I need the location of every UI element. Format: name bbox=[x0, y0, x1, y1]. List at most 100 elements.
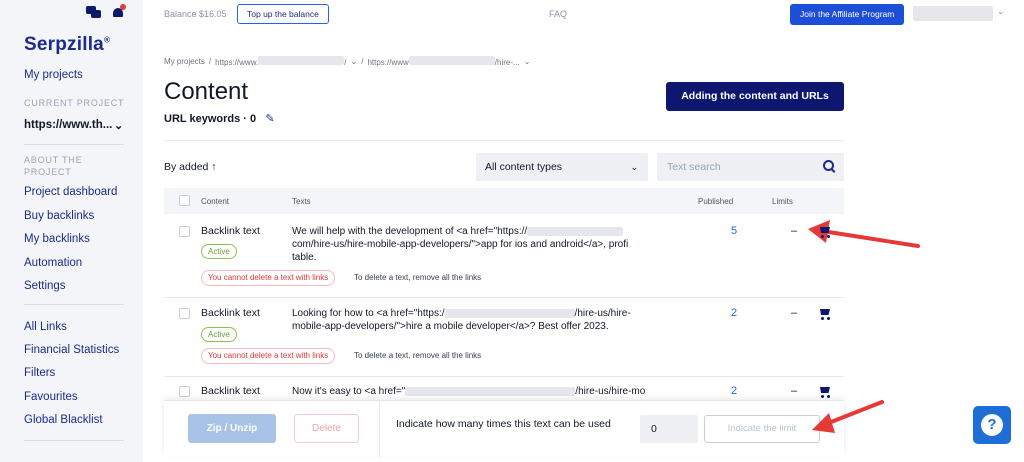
content-type-value: All content types bbox=[485, 161, 563, 173]
sidebar-item-my-projects[interactable]: My projects bbox=[24, 69, 83, 81]
text-fragment: /hire-us/hire-mo bbox=[575, 386, 646, 397]
pencil-edit-icon[interactable]: ✎ bbox=[263, 112, 277, 126]
header-texts: Texts bbox=[292, 197, 311, 206]
published-count[interactable]: 2 bbox=[731, 307, 737, 319]
text-line: table. bbox=[292, 252, 317, 263]
breadcrumb-site-text: https://www. bbox=[215, 58, 259, 67]
row-checkbox[interactable] bbox=[179, 226, 190, 237]
page-title: Content bbox=[164, 78, 249, 105]
content-type-cell: Backlink text bbox=[201, 385, 260, 397]
breadcrumb-page[interactable]: https://www/hire-... bbox=[367, 56, 520, 67]
sidebar-divider bbox=[24, 440, 124, 441]
status-badge: Active bbox=[201, 244, 237, 259]
url-keywords-label: URL keywords · 0 bbox=[164, 113, 257, 125]
logo-mark: ® bbox=[103, 35, 111, 45]
content-type-cell: Backlink text bbox=[201, 225, 260, 237]
sidebar-item-buy-backlinks[interactable]: Buy backlinks bbox=[24, 210, 94, 222]
select-all-checkbox[interactable] bbox=[179, 195, 190, 206]
limits-value: – bbox=[791, 225, 798, 237]
redacted-blur bbox=[258, 56, 345, 65]
sidebar-item-automation[interactable]: Automation bbox=[24, 257, 82, 269]
bulk-action-bar: Zip / Unzip Delete Indicate how many tim… bbox=[164, 400, 844, 457]
redacted-blur bbox=[408, 56, 495, 65]
content-type-cell: Backlink text bbox=[201, 307, 260, 319]
text-search-input[interactable] bbox=[657, 153, 844, 181]
about-project-heading: ABOUT THE PROJECT bbox=[24, 155, 83, 177]
content-type-select[interactable]: All content types ⌄ bbox=[476, 153, 648, 181]
published-count[interactable]: 5 bbox=[731, 225, 737, 237]
app: Serpzilla® My projects CURRENT PROJECT h… bbox=[0, 0, 1024, 462]
sort-dropdown[interactable]: By added ↑ bbox=[164, 161, 217, 173]
sidebar-item-financial-statistics[interactable]: Financial Statistics bbox=[24, 344, 119, 356]
limits-value: – bbox=[791, 385, 798, 397]
help-button[interactable]: ? bbox=[973, 406, 1011, 444]
delete-warning-badge: You cannot delete a text with links bbox=[201, 270, 336, 286]
chat-icon[interactable] bbox=[86, 6, 102, 18]
header-limits: Limits bbox=[772, 197, 793, 206]
chevron-down-icon[interactable]: ⌄ bbox=[524, 57, 531, 66]
affiliate-button[interactable]: Join the Affiliate Program bbox=[790, 4, 905, 25]
delete-hint: To delete a text, remove all the links bbox=[354, 351, 482, 360]
cart-icon[interactable] bbox=[818, 386, 832, 398]
cart-icon[interactable] bbox=[818, 226, 832, 238]
notification-bell-icon[interactable] bbox=[112, 4, 126, 19]
header-published: Published bbox=[698, 197, 734, 206]
limit-input[interactable]: 0 bbox=[640, 415, 698, 443]
divider bbox=[164, 140, 844, 141]
sidebar-icons bbox=[86, 4, 126, 19]
faq-link[interactable]: FAQ bbox=[549, 9, 567, 19]
breadcrumb: My projects / https://www. / ⌄ / https://… bbox=[164, 56, 530, 67]
sidebar-item-my-backlinks[interactable]: My backlinks bbox=[24, 233, 90, 245]
published-count[interactable]: 2 bbox=[731, 385, 737, 397]
sidebar-item-global-blacklist[interactable]: Global Blacklist bbox=[24, 414, 103, 426]
delete-warning-badge: You cannot delete a text with links bbox=[201, 348, 336, 364]
sidebar-item-all-links[interactable]: All Links bbox=[24, 321, 67, 333]
cart-icon[interactable] bbox=[818, 308, 832, 320]
text-fragment: /hire-us/hire- bbox=[574, 308, 631, 319]
breadcrumb-site[interactable]: https://www. / bbox=[215, 56, 347, 67]
text-fragment: Looking for how to <a href="https:/ bbox=[292, 308, 445, 319]
delete-button[interactable]: Delete bbox=[294, 414, 359, 443]
table-row[interactable]: Backlink text Active We will help with t… bbox=[164, 214, 844, 298]
sidebar-item-filters[interactable]: Filters bbox=[24, 367, 55, 379]
logo[interactable]: Serpzilla® bbox=[24, 34, 110, 56]
limit-description: Indicate how many times this text can be… bbox=[396, 418, 611, 430]
breadcrumb-separator: / bbox=[344, 58, 347, 67]
breadcrumb-my-projects[interactable]: My projects bbox=[164, 57, 205, 66]
row-checkbox[interactable] bbox=[179, 386, 190, 397]
row-checkbox[interactable] bbox=[179, 308, 190, 319]
user-menu[interactable] bbox=[913, 6, 993, 21]
sidebar-divider bbox=[24, 144, 124, 145]
indicate-limit-button[interactable]: Indicate the limit bbox=[704, 415, 820, 443]
divider bbox=[379, 401, 380, 457]
breadcrumb-separator: / bbox=[361, 57, 364, 66]
text-fragment: Now it's easy to <a href=" bbox=[292, 386, 406, 397]
table-row[interactable]: Backlink text Active Looking for how to … bbox=[164, 298, 844, 377]
text-line: mobile-app-developers/">hire a mobile de… bbox=[292, 321, 609, 332]
status-badge: Active bbox=[201, 327, 237, 342]
redacted-blur bbox=[527, 226, 624, 236]
chevron-down-icon[interactable]: ⌄ bbox=[997, 6, 1005, 17]
text-line: Now it's easy to <a href=" /hire-us/hire-… bbox=[292, 385, 682, 398]
current-project-selector[interactable]: https://www.th... bbox=[24, 119, 112, 131]
delete-hint: To delete a text, remove all the links bbox=[354, 273, 482, 282]
topup-button[interactable]: Top up the balance bbox=[237, 4, 329, 24]
table-header: Content Texts Published Limits bbox=[164, 188, 844, 214]
redacted-blur bbox=[444, 308, 575, 318]
text-fragment: We will help with the development of <a … bbox=[292, 226, 528, 237]
sidebar-item-favourites[interactable]: Favourites bbox=[24, 391, 78, 403]
zip-unzip-button[interactable]: Zip / Unzip bbox=[188, 414, 276, 443]
search-icon[interactable] bbox=[823, 160, 835, 172]
breadcrumb-separator: / bbox=[208, 57, 212, 66]
sidebar-item-project-dashboard[interactable]: Project dashboard bbox=[24, 186, 117, 198]
chevron-down-icon[interactable]: ⌄ bbox=[351, 57, 358, 66]
redacted-blur bbox=[405, 386, 576, 396]
text-cell: Looking for how to <a href="https:/ /hire… bbox=[292, 307, 682, 333]
breadcrumb-page-suffix: /hire-... bbox=[494, 58, 520, 67]
chevron-down-icon[interactable]: ⌄ bbox=[114, 119, 123, 132]
add-content-button[interactable]: Adding the content and URLs bbox=[666, 82, 844, 111]
text-cell: We will help with the development of <a … bbox=[292, 225, 682, 264]
breadcrumb-page-text: https://www bbox=[367, 58, 409, 67]
sidebar-item-settings[interactable]: Settings bbox=[24, 280, 66, 292]
current-project-heading: CURRENT PROJECT bbox=[24, 98, 125, 108]
